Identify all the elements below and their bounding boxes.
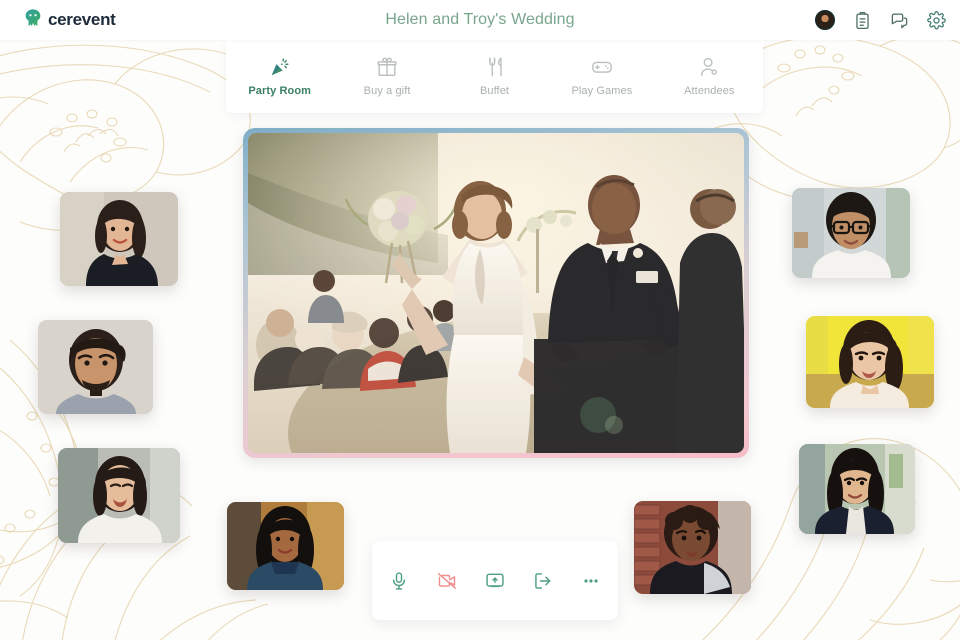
participant-video-7 [806,316,934,408]
tab-play-games-label: Play Games [571,85,633,97]
participant-video-4 [227,502,344,590]
screen-share-icon [485,571,505,591]
participant-video-5 [634,501,751,594]
participant-video-1 [60,192,178,286]
gamepad-icon [591,56,613,78]
camera-off-icon [437,571,457,591]
participant-tile-5[interactable] [634,501,751,594]
party-popper-icon [269,56,291,78]
participant-video-2 [38,320,153,414]
tab-party-room[interactable]: Party Room [226,40,333,113]
microphone-icon [389,571,409,591]
main-video-stage[interactable] [243,128,749,458]
tab-buy-a-gift-label: Buy a gift [363,85,411,97]
tree-logo-icon [22,7,44,34]
clipboard-icon[interactable] [853,11,872,30]
participant-tile-2[interactable] [38,320,153,414]
event-app-window: cerevent Helen and Troy's Wedding Party … [0,0,960,640]
camera-button[interactable] [434,568,460,594]
header-actions [815,10,946,30]
participant-video-6 [792,188,910,278]
main-video-frame [248,133,744,453]
participant-tile-3[interactable] [58,448,180,543]
participant-tile-8[interactable] [799,444,915,534]
tab-play-games[interactable]: Play Games [548,40,655,113]
exit-icon [533,571,553,591]
participant-video-3 [58,448,180,543]
tab-party-room-label: Party Room [248,85,312,97]
more-button[interactable] [578,568,604,594]
participant-tile-1[interactable] [60,192,178,286]
tab-buy-a-gift[interactable]: Buy a gift [333,40,440,113]
main-video-content [248,133,744,453]
participant-video-8 [799,444,915,534]
participant-tile-4[interactable] [227,502,344,590]
tab-buffet-label: Buffet [479,85,510,97]
meeting-control-bar [372,541,618,620]
mic-button[interactable] [386,568,412,594]
event-nav-tabs: Party Room Buy a gift Buffet Play Games … [226,40,763,113]
participant-tile-7[interactable] [806,316,934,408]
gear-icon[interactable] [927,10,946,30]
brand-name: cerevent [48,10,116,29]
ellipsis-icon [581,571,601,591]
tab-buffet[interactable]: Buffet [441,40,548,113]
brand-logo[interactable]: cerevent [22,7,116,34]
tab-attendees[interactable]: Attendees [656,40,763,113]
person-icon [698,56,720,78]
gift-icon [376,56,398,78]
participant-tile-6[interactable] [792,188,910,278]
tab-attendees-label: Attendees [684,85,735,97]
screenshare-button[interactable] [482,568,508,594]
user-avatar[interactable] [815,10,835,30]
app-header: cerevent Helen and Troy's Wedding [0,0,960,40]
leave-button[interactable] [530,568,556,594]
chat-icon[interactable] [890,11,909,30]
cutlery-icon [484,56,506,78]
